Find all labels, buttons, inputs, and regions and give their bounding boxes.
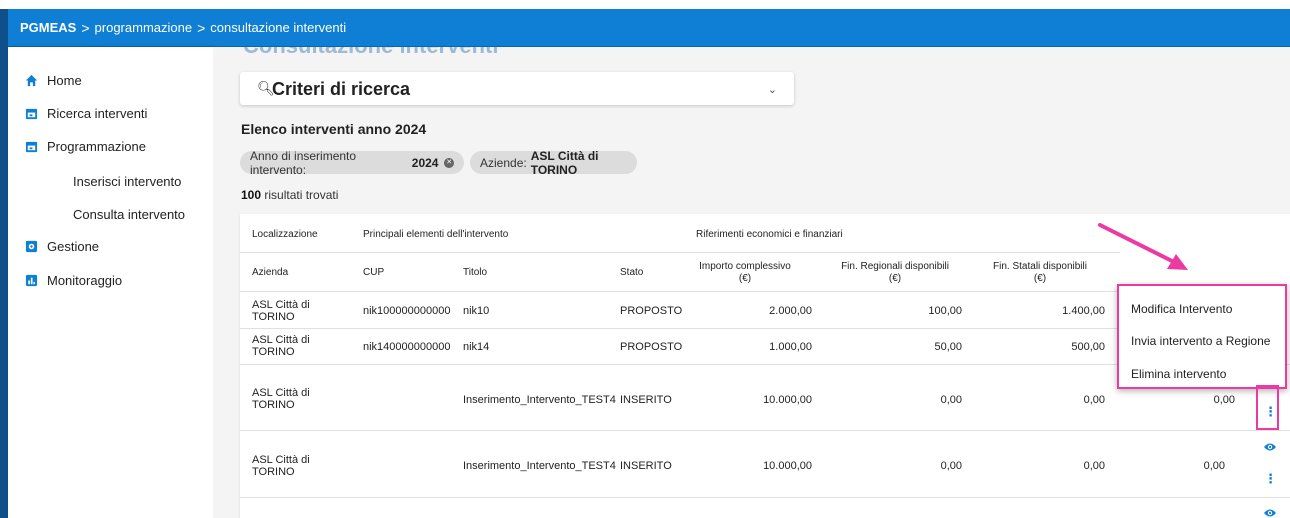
remove-chip-icon[interactable]: ✕ <box>444 157 454 168</box>
more-vert-icon[interactable]: ⋮ <box>1264 472 1277 485</box>
column-header-fin-regionali: Fin. Regionali disponibili (€) <box>841 261 949 284</box>
cell-titolo: Inserimento_Intervento_TEST4 <box>463 394 616 406</box>
sidebar-item-ricerca[interactable]: Ricerca interventi <box>25 106 147 121</box>
results-count: 100 risultati trovati <box>241 188 338 202</box>
cell-fin-regionali: 0,00 <box>940 460 962 472</box>
cell-azienda: ASL Città di TORINO <box>252 454 310 478</box>
cell-importo: 1.000,00 <box>769 341 812 353</box>
sidebar-item-label: Monitoraggio <box>47 273 123 288</box>
list-title: Elenco interventi anno 2024 <box>241 121 427 137</box>
breadcrumb-current: consultazione interventi <box>210 20 347 35</box>
divider <box>240 291 1120 292</box>
chip-label: Aziende: <box>480 155 527 170</box>
cell-azienda: ASL Città di TORINO <box>252 387 310 411</box>
cell-stato: PROPOSTO <box>620 305 683 317</box>
app-window: PGMEAS > programmazione > consultazione … <box>0 0 1290 518</box>
column-header-cup: CUP <box>363 267 385 278</box>
cell-extra: 0,00 <box>1203 460 1225 472</box>
column-header-azienda: Azienda <box>252 267 289 278</box>
sidebar-item-label: Ricerca interventi <box>47 106 148 121</box>
sidebar-item-consulta[interactable]: Consulta intervento <box>73 207 185 222</box>
breadcrumb-root[interactable]: PGMEAS <box>20 20 76 35</box>
cell-importo: 10.000,00 <box>763 460 812 472</box>
chip-label: Anno di inserimento intervento: <box>250 148 357 177</box>
chip-value: ASL Città di TORINO <box>530 148 599 177</box>
divider <box>240 252 1120 253</box>
cell-stato: PROPOSTO <box>620 341 683 353</box>
column-header-importo: Importo complessivo (€) <box>699 261 791 284</box>
divider <box>240 328 1120 329</box>
sidebar-item-monitoraggio[interactable]: Monitoraggio <box>25 273 122 288</box>
breadcrumb: PGMEAS > programmazione > consultazione … <box>8 9 1290 47</box>
breadcrumb-separator: > <box>81 19 90 36</box>
sidebar-item-gestione[interactable]: Gestione <box>25 239 99 254</box>
cell-fin-regionali: 100,00 <box>928 305 962 317</box>
cell-fin-statali: 1.400,00 <box>1062 305 1105 317</box>
breadcrumb-separator: > <box>197 19 206 36</box>
cell-fin-statali: 0,00 <box>1083 394 1105 406</box>
column-header-stato: Stato <box>620 267 644 278</box>
sidebar-item-label: Programmazione <box>47 139 146 154</box>
menu-item-invia-regione[interactable]: Invia intervento a Regione <box>1131 334 1270 348</box>
group-header-elementi: Principali elementi dell'intervento <box>363 229 509 240</box>
chevron-down-icon[interactable]: ⌄ <box>768 83 777 96</box>
results-label: risultati trovati <box>264 188 339 202</box>
calendar-icon <box>25 108 38 120</box>
chip-value: 2024 <box>411 155 439 170</box>
row-actions-menu: Modifica Intervento Invia intervento a R… <box>1117 284 1287 389</box>
filter-chip-aziende: Aziende: ASL Città di TORINO <box>470 148 637 177</box>
cell-azienda: ASL Città di TORINO <box>252 299 310 323</box>
column-header-fin-statali: Fin. Statali disponibili (€) <box>993 261 1087 284</box>
breadcrumb-programmazione[interactable]: programmazione <box>95 20 193 35</box>
sidebar-item-label: Gestione <box>47 239 100 254</box>
cell-stato: INSERITO <box>620 460 672 472</box>
cell-titolo: Inserimento_Intervento_TEST4 <box>463 460 616 472</box>
eye-icon[interactable] <box>1263 508 1277 518</box>
eye-icon[interactable] <box>1263 442 1277 452</box>
cell-cup: nik140000000000 <box>363 341 451 353</box>
divider <box>240 430 1290 431</box>
gear-box-icon <box>25 240 38 253</box>
cell-importo: 2.000,00 <box>769 305 812 317</box>
group-header-localizzazione: Localizzazione <box>252 229 318 240</box>
window-edge <box>0 9 8 518</box>
sidebar: Home Ricerca interventi Programmazione I… <box>8 47 213 518</box>
group-header-economici: Riferimenti economici e finanziari <box>696 229 843 240</box>
cell-titolo: nik10 <box>463 305 490 317</box>
cell-importo: 10.000,00 <box>763 394 812 406</box>
sidebar-item-home[interactable]: Home <box>25 73 82 88</box>
search-criteria-panel[interactable]: 🔍︎ Criteri di ricerca ⌄ <box>240 72 794 105</box>
cell-azienda: ASL Città di TORINO <box>252 334 310 358</box>
sidebar-item-inserisci[interactable]: Inserisci intervento <box>73 174 181 189</box>
cell-fin-regionali: 0,00 <box>940 394 962 406</box>
cell-fin-statali: 0,00 <box>1083 460 1105 472</box>
chart-box-icon <box>25 274 38 287</box>
more-vert-icon[interactable]: ⋮ <box>1264 405 1277 418</box>
cell-stato: INSERITO <box>620 394 672 406</box>
calendar-icon <box>25 141 38 153</box>
page-title: Consultazione interventi <box>243 47 498 59</box>
main-content: Consultazione interventi 🔍︎ Criteri di r… <box>213 47 1290 518</box>
cell-fin-statali: 500,00 <box>1071 341 1105 353</box>
divider <box>240 497 1290 498</box>
cell-extra: 0,00 <box>1213 394 1235 406</box>
column-header-titolo: Titolo <box>463 267 488 278</box>
menu-item-elimina[interactable]: Elimina intervento <box>1131 367 1226 381</box>
sidebar-item-label: Home <box>47 73 82 88</box>
cell-fin-regionali: 50,00 <box>934 341 962 353</box>
menu-item-modifica[interactable]: Modifica Intervento <box>1131 302 1232 316</box>
sidebar-item-programmazione[interactable]: Programmazione <box>25 139 146 154</box>
home-icon <box>25 74 38 87</box>
cell-cup: nik100000000000 <box>363 305 451 317</box>
results-number: 100 <box>241 188 262 202</box>
search-criteria-title: Criteri di ricerca <box>272 79 411 99</box>
cell-titolo: nik14 <box>463 341 490 353</box>
filter-chip-anno: Anno di inserimento intervento: 2024 ✕ <box>240 148 464 177</box>
